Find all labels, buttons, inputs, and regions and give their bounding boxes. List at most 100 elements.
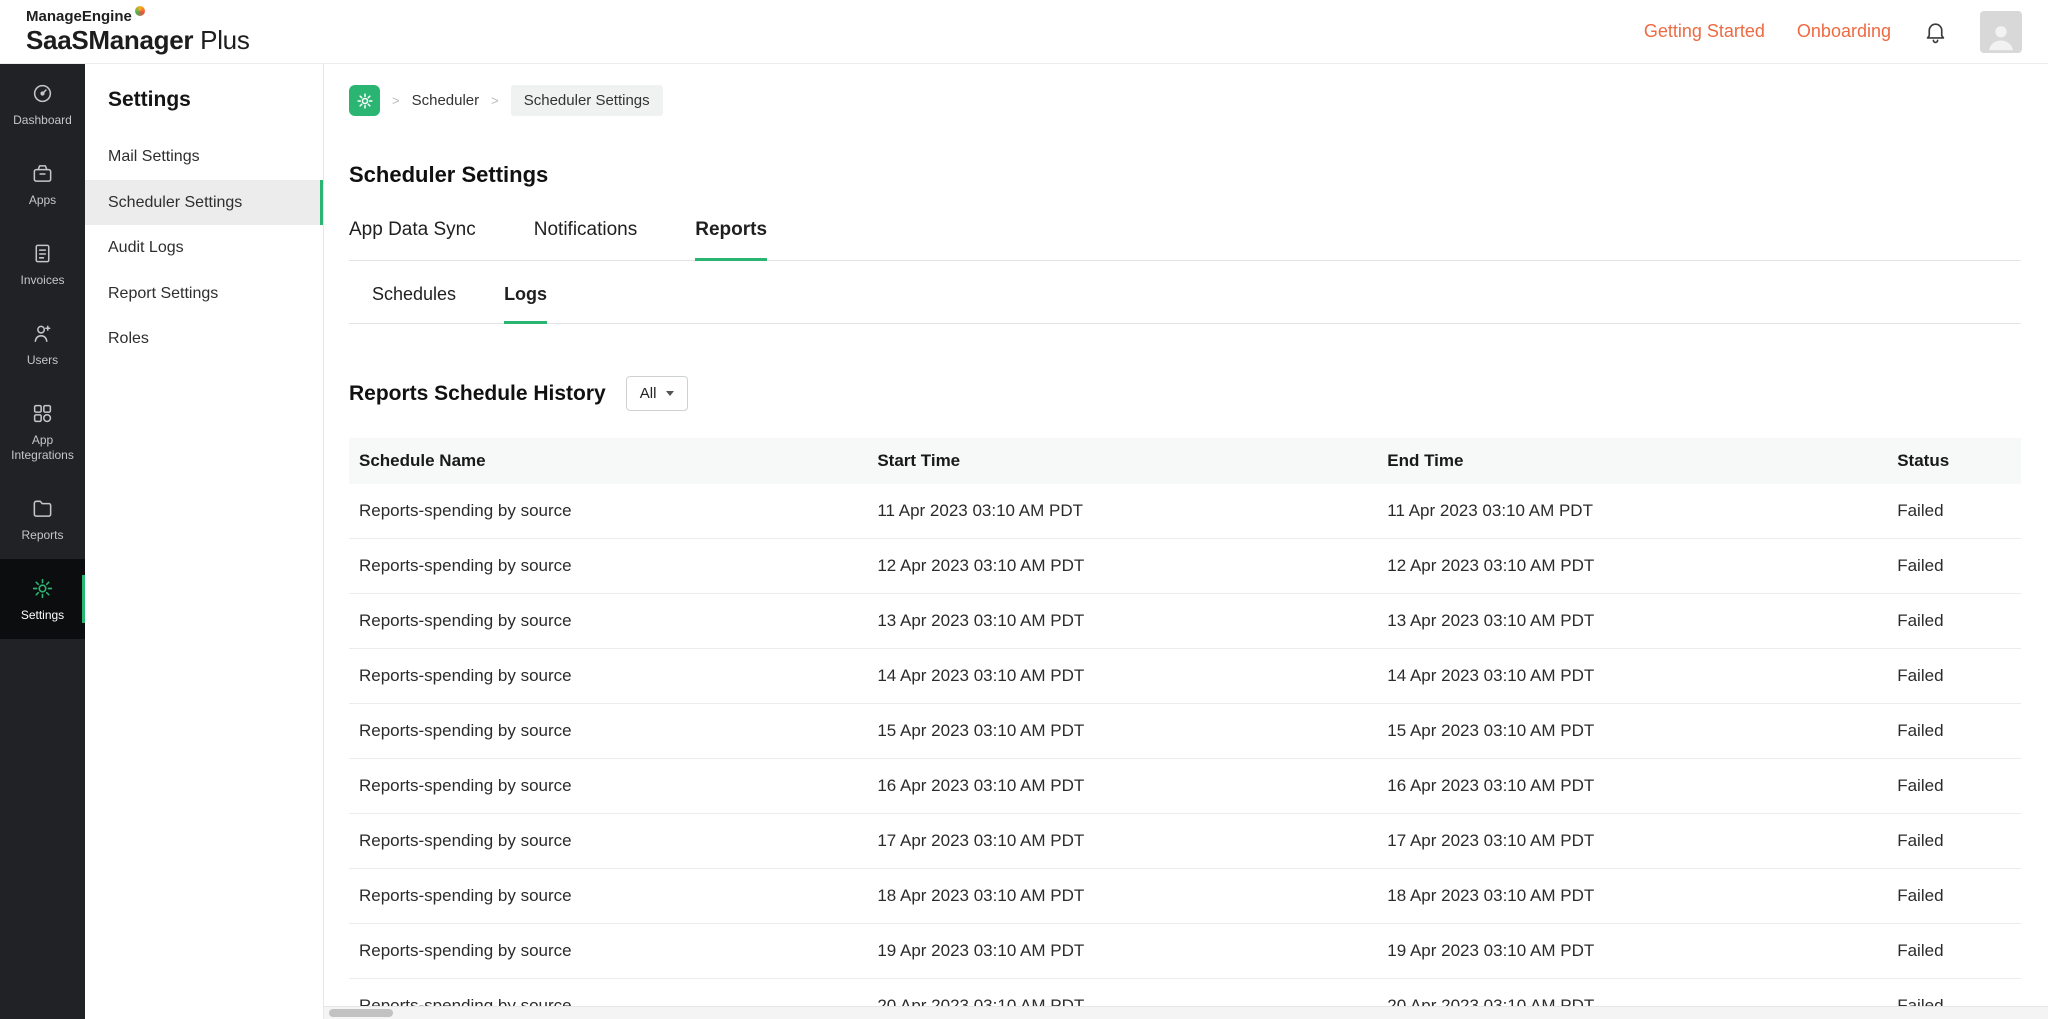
breadcrumb-separator: >: [392, 93, 400, 108]
sidebar-item-label: Users: [27, 353, 58, 368]
status-cell: Failed: [1887, 869, 2021, 924]
top-header: ManageEngine SaaSManager Plus Getting St…: [0, 0, 2048, 64]
schedule-name-cell: Reports-spending by source: [349, 484, 867, 539]
subtab-bar: Schedules Logs: [349, 284, 2021, 324]
status-cell: Failed: [1887, 594, 2021, 649]
status-cell: Failed: [1887, 814, 2021, 869]
settings-nav-report-settings[interactable]: Report Settings: [85, 271, 323, 317]
end-time-cell: 18 Apr 2023 03:10 AM PDT: [1377, 869, 1887, 924]
end-time-cell: 15 Apr 2023 03:10 AM PDT: [1377, 704, 1887, 759]
settings-nav-roles[interactable]: Roles: [85, 316, 323, 362]
history-filter-value: All: [640, 385, 657, 402]
sidebar-item-label: Reports: [21, 528, 63, 543]
column-header-status: Status: [1887, 438, 2021, 484]
table-row: Reports-spending by source 11 Apr 2023 03…: [349, 484, 2021, 539]
manageengine-label: ManageEngine: [26, 9, 132, 25]
sidebar-item-reports[interactable]: Reports: [0, 479, 85, 559]
brand-logo[interactable]: ManageEngine SaaSManager Plus: [26, 9, 250, 53]
schedule-name-cell: Reports-spending by source: [349, 539, 867, 594]
start-time-cell: 18 Apr 2023 03:10 AM PDT: [867, 869, 1377, 924]
settings-nav-scheduler-settings[interactable]: Scheduler Settings: [85, 180, 323, 226]
end-time-cell: 13 Apr 2023 03:10 AM PDT: [1377, 594, 1887, 649]
status-cell: Failed: [1887, 539, 2021, 594]
start-time-cell: 19 Apr 2023 03:10 AM PDT: [867, 924, 1377, 979]
notification-bell-icon[interactable]: [1923, 19, 1948, 44]
settings-nav-audit-logs[interactable]: Audit Logs: [85, 225, 323, 271]
primary-sidebar: Dashboard Apps Invoices Users App Integr…: [0, 64, 85, 1019]
tab-notifications[interactable]: Notifications: [534, 219, 638, 260]
start-time-cell: 13 Apr 2023 03:10 AM PDT: [867, 594, 1377, 649]
tab-bar: App Data Sync Notifications Reports: [349, 219, 2021, 261]
brand-top-text: ManageEngine: [26, 9, 250, 25]
header-actions: Getting Started Onboarding: [1644, 11, 2022, 53]
getting-started-link[interactable]: Getting Started: [1644, 21, 1765, 42]
start-time-cell: 12 Apr 2023 03:10 AM PDT: [867, 539, 1377, 594]
dashboard-icon: [31, 82, 54, 105]
start-time-cell: 17 Apr 2023 03:10 AM PDT: [867, 814, 1377, 869]
end-time-cell: 14 Apr 2023 03:10 AM PDT: [1377, 649, 1887, 704]
status-cell: Failed: [1887, 649, 2021, 704]
end-time-cell: 12 Apr 2023 03:10 AM PDT: [1377, 539, 1887, 594]
end-time-cell: 11 Apr 2023 03:10 AM PDT: [1377, 484, 1887, 539]
avatar[interactable]: [1980, 11, 2022, 53]
breadcrumb: > Scheduler > Scheduler Settings: [349, 85, 2021, 116]
table-row: Reports-spending by source15 Apr 2023 03…: [349, 704, 2021, 759]
schedule-name-cell: Reports-spending by source: [349, 814, 867, 869]
settings-sidebar: Settings Mail Settings Scheduler Setting…: [85, 64, 324, 1019]
sidebar-item-dashboard[interactable]: Dashboard: [0, 64, 85, 144]
breadcrumb-home-tile[interactable]: [349, 85, 380, 116]
status-cell: Failed: [1887, 704, 2021, 759]
horizontal-scrollbar-thumb[interactable]: [329, 1009, 393, 1017]
schedule-name-cell: Reports-spending by source: [349, 704, 867, 759]
schedule-name-cell: Reports-spending by source: [349, 869, 867, 924]
sidebar-item-settings[interactable]: Settings: [0, 559, 85, 639]
sidebar-item-label: Dashboard: [13, 113, 72, 128]
subtab-schedules[interactable]: Schedules: [372, 284, 456, 323]
product-name-bold: SaaSManager: [26, 25, 193, 55]
table-body: Reports-spending by source 11 Apr 2023 03…: [349, 484, 2021, 1019]
apps-icon: [31, 162, 54, 185]
sidebar-item-invoices[interactable]: Invoices: [0, 224, 85, 304]
status-cell: Failed: [1887, 484, 2021, 539]
start-time-cell: 16 Apr 2023 03:10 AM PDT: [867, 759, 1377, 814]
manageengine-swirl-icon: [135, 6, 145, 16]
onboarding-link[interactable]: Onboarding: [1797, 21, 1891, 42]
table-row: Reports-spending by source13 Apr 2023 03…: [349, 594, 2021, 649]
table-header-row: Schedule Name Start Time End Time Status: [349, 438, 2021, 484]
sidebar-item-label: Apps: [29, 193, 56, 208]
chevron-down-icon: [666, 391, 674, 396]
breadcrumb-separator: >: [491, 93, 499, 108]
product-name: SaaSManager Plus: [26, 26, 250, 54]
column-header-schedule-name: Schedule Name: [349, 438, 867, 484]
main-content: > Scheduler > Scheduler Settings Schedul…: [324, 64, 2048, 1019]
sidebar-item-app-integrations[interactable]: App Integrations: [0, 384, 85, 479]
app-integrations-icon: [31, 402, 54, 425]
column-header-start-time: Start Time: [867, 438, 1377, 484]
schedule-name-cell: Reports-spending by source: [349, 649, 867, 704]
sidebar-item-label: App Integrations: [4, 433, 81, 463]
invoices-icon: [31, 242, 54, 265]
start-time-cell: 15 Apr 2023 03:10 AM PDT: [867, 704, 1377, 759]
schedule-name-cell: Reports-spending by source: [349, 759, 867, 814]
tab-app-data-sync[interactable]: App Data Sync: [349, 219, 476, 260]
table-row: Reports-spending by source16 Apr 2023 03…: [349, 759, 2021, 814]
column-header-end-time: End Time: [1377, 438, 1887, 484]
product-name-suffix: Plus: [193, 25, 249, 55]
horizontal-scrollbar[interactable]: [324, 1006, 2048, 1019]
table-row: Reports-spending by source18 Apr 2023 03…: [349, 869, 2021, 924]
history-filter-dropdown[interactable]: All: [626, 376, 689, 411]
users-icon: [31, 322, 54, 345]
table-row: Reports-spending by source19 Apr 2023 03…: [349, 924, 2021, 979]
subtab-logs[interactable]: Logs: [504, 284, 547, 324]
tab-reports[interactable]: Reports: [695, 219, 767, 261]
breadcrumb-scheduler[interactable]: Scheduler: [412, 92, 480, 109]
gear-icon: [356, 92, 374, 110]
gear-icon: [31, 577, 54, 600]
schedule-name-cell: Reports-spending by source: [349, 594, 867, 649]
breadcrumb-scheduler-settings: Scheduler Settings: [511, 85, 663, 116]
sidebar-item-apps[interactable]: Apps: [0, 144, 85, 224]
sidebar-item-users[interactable]: Users: [0, 304, 85, 384]
settings-nav-mail-settings[interactable]: Mail Settings: [85, 134, 323, 180]
reports-icon: [31, 497, 54, 520]
schedule-history-table: Schedule Name Start Time End Time Status…: [349, 438, 2021, 1019]
